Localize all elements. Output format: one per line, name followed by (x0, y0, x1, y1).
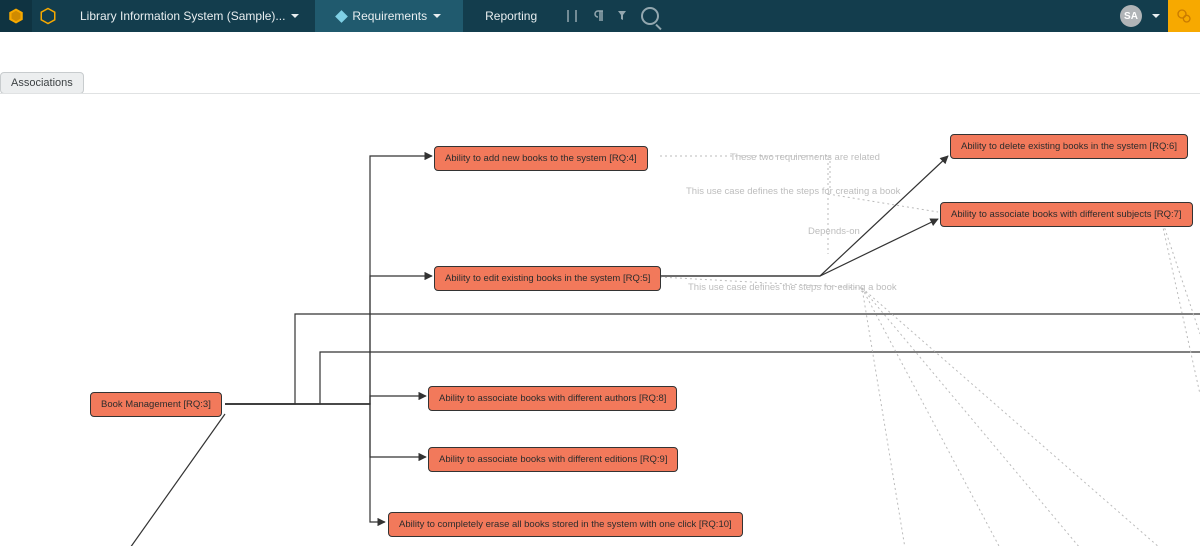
node-rq4[interactable]: Ability to add new books to the system [… (434, 146, 648, 171)
caret-down-icon (291, 14, 299, 22)
project-name: Library Information System (Sample)... (80, 9, 285, 23)
tab-requirements[interactable]: Requirements (315, 0, 463, 32)
node-rq6[interactable]: Ability to delete existing books in the … (950, 134, 1188, 159)
secondary-toolbar: Associations (0, 32, 1200, 93)
user-menu[interactable]: SA (1112, 0, 1168, 32)
toolbar-icons (559, 0, 663, 32)
search-icon[interactable] (637, 0, 663, 32)
edge-label-depends: Depends-on (808, 226, 860, 237)
workspace-icon[interactable] (32, 0, 64, 32)
caret-down-icon (433, 14, 441, 22)
tab-associations[interactable]: Associations (0, 72, 84, 94)
topbar: Library Information System (Sample)... R… (0, 0, 1200, 32)
edge-label-related: These two requirements are related (730, 152, 880, 163)
edge-label-create: This use case defines the steps for crea… (686, 186, 900, 197)
tab-reporting[interactable]: Reporting (463, 0, 559, 32)
avatar: SA (1120, 5, 1142, 27)
tab-label: Requirements (352, 9, 427, 23)
caret-down-icon (1152, 14, 1160, 22)
node-rq7[interactable]: Ability to associate books with differen… (940, 202, 1193, 227)
app-logo-icon[interactable] (0, 0, 32, 32)
diamond-icon (336, 10, 349, 23)
track-changes-icon[interactable] (559, 0, 585, 32)
node-rq8[interactable]: Ability to associate books with differen… (428, 386, 677, 411)
tab-label: Reporting (485, 9, 537, 23)
node-rq9[interactable]: Ability to associate books with differen… (428, 447, 678, 472)
node-rq10[interactable]: Ability to completely erase all books st… (388, 512, 743, 537)
project-selector[interactable]: Library Information System (Sample)... (64, 0, 315, 32)
filter-icon[interactable] (611, 0, 637, 32)
paragraph-icon[interactable] (585, 0, 611, 32)
node-book-management[interactable]: Book Management [RQ:3] (90, 392, 222, 417)
edge-label-edit: This use case defines the steps for edit… (688, 282, 897, 293)
association-diagram[interactable]: Book Management [RQ:3] Ability to add ne… (0, 93, 1200, 546)
node-rq5[interactable]: Ability to edit existing books in the sy… (434, 266, 661, 291)
settings-button[interactable] (1168, 0, 1200, 32)
